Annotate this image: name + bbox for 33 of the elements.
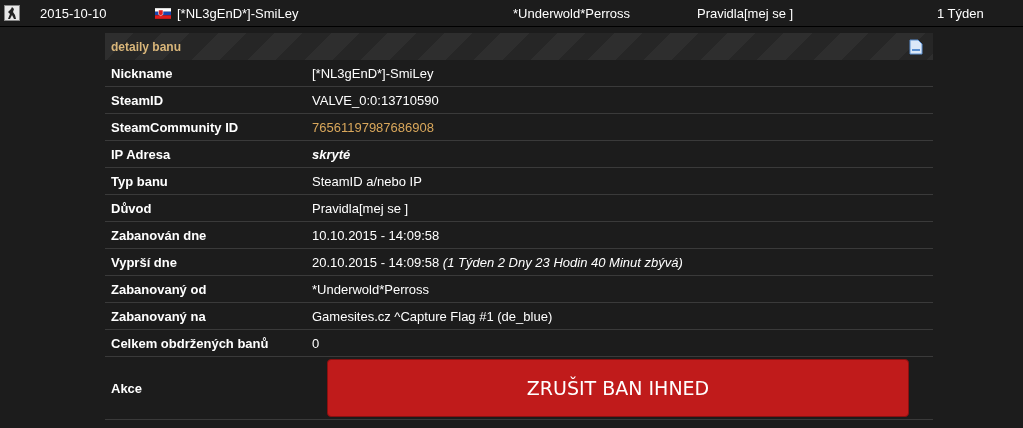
panel-title: detaily banu bbox=[111, 39, 181, 54]
field-label: Důvod bbox=[111, 200, 153, 216]
field-label: IP Adresa bbox=[111, 146, 172, 162]
field-label: Zabanovaný od bbox=[111, 281, 208, 297]
unban-button[interactable]: ZRUŠIT BAN IHNED bbox=[327, 359, 909, 417]
field-label: Nickname bbox=[111, 65, 174, 81]
field-label: Celkem obdržených banů bbox=[111, 335, 270, 351]
field-value: Gamesites.cz ^Capture Flag #1 (de_blue) bbox=[312, 308, 553, 324]
hidden-value: skryté bbox=[312, 146, 351, 162]
ban-date: 2015-10-10 bbox=[40, 5, 108, 21]
field-value: 20.10.2015 - 14:09:58 (1 Týden 2 Dny 23 Hodin 40 Minut zbývá) bbox=[312, 254, 683, 270]
field-label: Vyprší dne bbox=[111, 254, 178, 270]
field-label: Zabanovaný na bbox=[111, 308, 207, 324]
player-name: [*NL3gEnD*]-SmiLey bbox=[177, 5, 300, 21]
field-label: SteamID bbox=[111, 92, 165, 108]
field-value: SteamID a/nebo IP bbox=[312, 173, 422, 189]
field-label: SteamCommunity ID bbox=[111, 119, 240, 135]
field-value: Pravidla[mej se ] bbox=[312, 200, 409, 216]
field-value: 10.10.2015 - 14:09:58 bbox=[312, 227, 440, 243]
field-label: Akce bbox=[111, 380, 144, 396]
field-value: *Underwold*Perross bbox=[312, 281, 430, 297]
document-icon[interactable] bbox=[909, 38, 923, 55]
field-value: [*NL3gEnD*]-SmiLey bbox=[312, 65, 434, 81]
admin-name: *Underwold*Perross bbox=[513, 5, 632, 21]
field-value: VALVE_0:0:13710590 bbox=[312, 92, 439, 108]
ban-length: 1 Týden bbox=[937, 5, 984, 21]
game-icon bbox=[4, 5, 20, 21]
field-value: 0 bbox=[312, 335, 320, 351]
field-label: Zabanován dne bbox=[111, 227, 208, 243]
community-id-link[interactable]: 76561197987686908 bbox=[312, 119, 434, 135]
flag-icon bbox=[155, 7, 171, 19]
ban-reason: Pravidla[mej se ] bbox=[697, 5, 795, 21]
field-label: Typ banu bbox=[111, 173, 169, 189]
